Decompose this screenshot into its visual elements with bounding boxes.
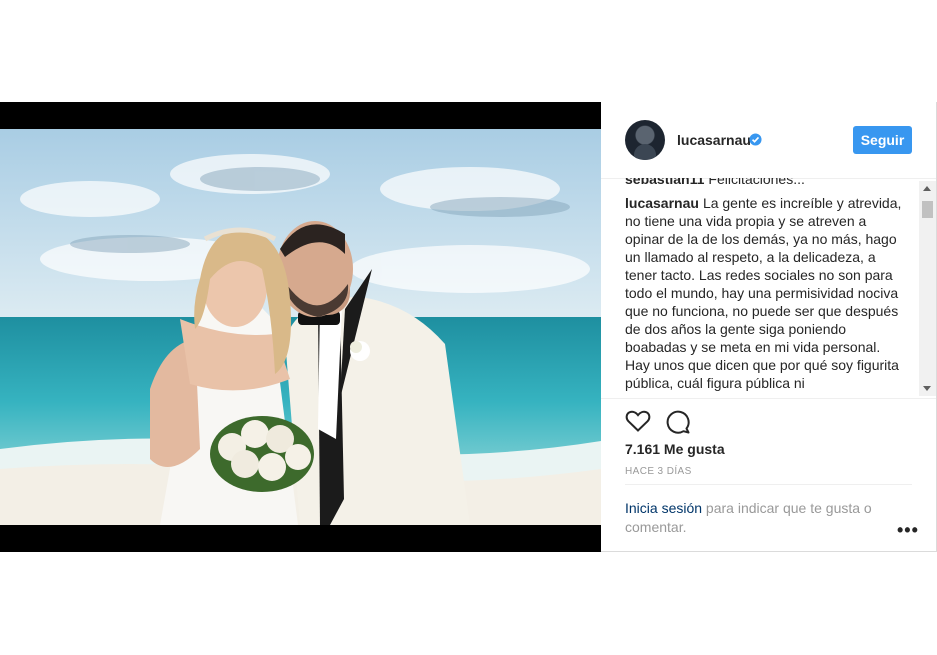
username-link[interactable]: lucasarnau [677, 132, 751, 148]
comment-username[interactable]: lucasarnau [625, 195, 699, 211]
login-link[interactable]: Inicia sesión [625, 500, 702, 516]
avatar[interactable] [625, 120, 665, 160]
scroll-down-arrow-icon[interactable] [923, 386, 931, 391]
like-count[interactable]: 7.161 Me gusta [625, 441, 725, 457]
comment-icon[interactable] [665, 409, 691, 435]
post-timestamp: HACE 3 DÍAS [625, 466, 692, 477]
comment-text: Felicitaciones... [708, 178, 805, 187]
comment-text: La gente es increíble y atrevida, no tie… [625, 195, 902, 391]
post-sidebar: lucasarnau Seguir sebastian11 Felicitacio… [601, 102, 937, 552]
verified-badge-icon [749, 133, 762, 146]
comments-scrollbar[interactable] [919, 181, 936, 396]
more-options-icon[interactable]: ••• [897, 520, 919, 541]
scroll-up-arrow-icon[interactable] [923, 186, 931, 191]
post-actions: 7.161 Me gusta HACE 3 DÍAS Inicia sesión… [601, 398, 936, 535]
scrollbar-thumb[interactable] [922, 201, 933, 218]
post-media[interactable] [0, 102, 601, 552]
instagram-post: lucasarnau Seguir sebastian11 Felicitacio… [0, 102, 937, 552]
post-header: lucasarnau Seguir [601, 102, 936, 179]
comment-username[interactable]: sebastian11 [625, 178, 704, 187]
wedding-photo[interactable] [0, 129, 601, 525]
comment-item: lucasarnau La gente es increíble y atrevi… [625, 194, 908, 392]
heart-icon[interactable] [625, 409, 651, 433]
follow-button[interactable]: Seguir [853, 126, 912, 154]
wedding-photo-image [0, 129, 601, 525]
login-prompt: Inicia sesión para indicar que te gusta … [625, 484, 912, 537]
comment-item: sebastian11 Felicitaciones... [625, 178, 918, 188]
comments-list[interactable]: sebastian11 Felicitaciones... lucasarnau L… [625, 178, 918, 396]
